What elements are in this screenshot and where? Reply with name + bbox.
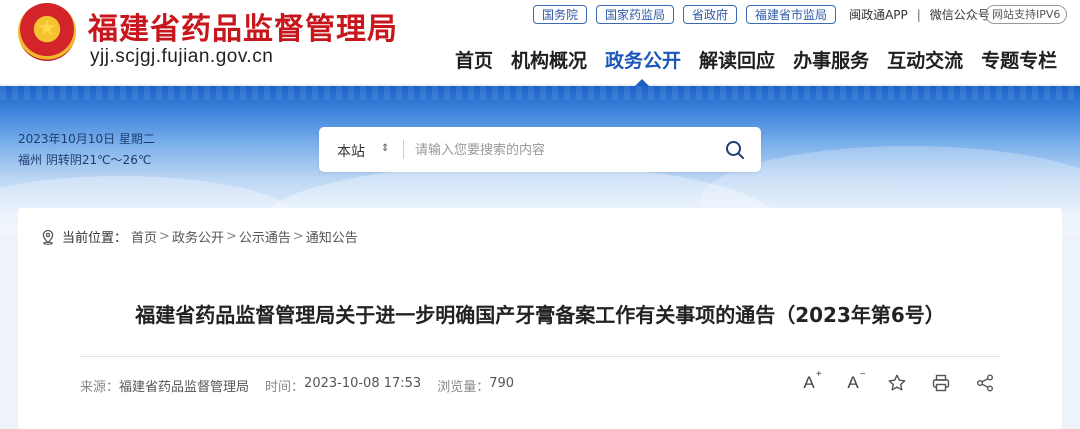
nav-home[interactable]: 首页 — [455, 46, 493, 76]
current-date: 2023年10月10日 星期二 — [18, 132, 155, 146]
font-increase-icon[interactable]: A + — [798, 369, 822, 394]
nav-interpretation[interactable]: 解读回应 — [699, 46, 775, 76]
views-label: 浏览量： — [437, 380, 490, 395]
search-scope-select[interactable]: 本站 — [337, 141, 365, 161]
top-link-market-supervision[interactable]: 福建省市监局 — [746, 5, 837, 24]
ipv6-badge: 网站支持IPV6 — [985, 5, 1068, 24]
main-nav: 首页 机构概况 政务公开 解读回应 办事服务 互动交流 专题专栏 — [455, 46, 1057, 76]
nav-government-affairs[interactable]: 政务公开 — [605, 46, 681, 76]
chevron-updown-icon[interactable]: ⇕ — [381, 141, 389, 157]
search-box: 本站 ⇕ — [319, 127, 761, 172]
print-icon[interactable] — [930, 372, 952, 394]
breadcrumb-separator: > — [225, 229, 237, 244]
nav-interaction[interactable]: 互动交流 — [887, 46, 963, 76]
search-icon[interactable] — [724, 139, 746, 161]
top-links: 国务院 国家药监局 省政府 福建省市监局 闽政通APP | 微信公众号 — [533, 5, 990, 24]
breadcrumb-public-notices[interactable]: 公示通告 — [239, 227, 291, 246]
top-link-state-council[interactable]: 国务院 — [533, 5, 588, 24]
article-tools: A + A − — [798, 369, 1018, 394]
emblem-star-icon: ★ — [37, 16, 57, 41]
breadcrumb-home[interactable]: 首页 — [131, 227, 157, 246]
top-link-nmpa[interactable]: 国家药监局 — [596, 5, 675, 24]
font-decrease-icon[interactable]: A − — [842, 369, 866, 394]
search-input[interactable] — [415, 137, 705, 163]
weather-info: 福州 阴转阴21℃～26℃ — [18, 153, 152, 167]
breadcrumb-announcements[interactable]: 通知公告 — [306, 227, 358, 246]
location-pin-icon — [40, 229, 56, 245]
nav-organization[interactable]: 机构概况 — [511, 46, 587, 76]
site-domain: yjj.scjgj.fujian.gov.cn — [90, 46, 274, 67]
article-card: 当前位置： 首页 > 政务公开 > 公示通告 > 通知公告 福建省药品监督管理局… — [18, 208, 1062, 429]
search-divider — [403, 140, 404, 159]
banner-stripe — [0, 86, 1080, 100]
breadcrumb-separator: > — [159, 229, 170, 244]
title-divider — [80, 356, 1000, 357]
breadcrumb-government-affairs[interactable]: 政务公开 — [172, 227, 224, 246]
nav-services[interactable]: 办事服务 — [793, 46, 869, 76]
top-link-provincial-gov[interactable]: 省政府 — [683, 5, 738, 24]
app-link[interactable]: 闽政通APP — [849, 6, 908, 23]
favorite-star-icon[interactable] — [886, 372, 908, 394]
breadcrumb-label: 当前位置： — [62, 231, 128, 246]
share-icon[interactable] — [974, 372, 996, 394]
breadcrumb-separator: > — [292, 229, 304, 244]
article-time: 2023-10-08 17:53 — [304, 376, 422, 391]
nav-special-topics[interactable]: 专题专栏 — [981, 46, 1057, 76]
top-separator: | — [916, 7, 921, 22]
site-name[interactable]: 福建省药品监督管理局 — [88, 4, 398, 48]
article-source: 福建省药品监督管理局 — [119, 380, 250, 395]
source-label: 来源： — [80, 380, 120, 395]
wechat-link[interactable]: 微信公众号 — [930, 6, 990, 23]
font-decrease-glyph: A − — [847, 369, 866, 392]
site-header: ★ 福建省药品监督管理局 yjj.scjgj.fujian.gov.cn 国务院… — [0, 0, 1080, 84]
article-meta: 来源： 福建省药品监督管理局 时间： 2023-10-08 17:53 浏览量：… — [80, 376, 530, 395]
breadcrumb: 当前位置： 首页 > 政务公开 > 公示通告 > 通知公告 — [40, 227, 358, 246]
font-decrease-letter: A — [847, 373, 859, 392]
article-views: 790 — [489, 376, 515, 391]
national-emblem-icon[interactable]: ★ — [18, 3, 76, 61]
font-increase-letter: A — [803, 373, 815, 392]
nav-active-indicator — [635, 79, 649, 86]
time-label: 时间： — [265, 380, 305, 395]
font-increase-glyph: A + — [803, 369, 822, 392]
article-title: 福建省药品监督管理局关于进一步明确国产牙膏备案工作有关事项的通告（2023年第6… — [135, 303, 945, 327]
